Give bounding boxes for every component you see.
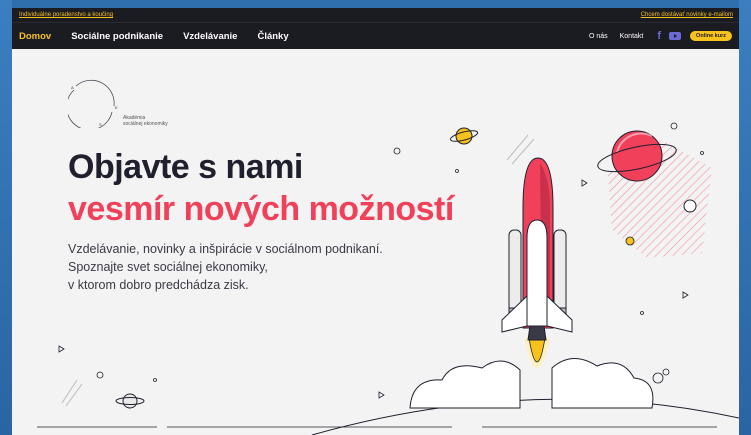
gray-planet-icon xyxy=(115,393,145,409)
star-circle xyxy=(96,371,104,379)
star-circle xyxy=(153,378,157,382)
browser-edge-left xyxy=(0,0,12,435)
page: Individuálne poradenstvo a koučing Chcem… xyxy=(12,8,739,435)
hero-subtitle-line: v ktorom dobro predchádza zisk. xyxy=(68,278,249,292)
browser-edge-right xyxy=(739,0,751,435)
star-circle xyxy=(652,372,664,384)
star-triangle xyxy=(581,179,588,187)
hero-subtitle-line: Vzdelávanie, novinky a inšpirácie v soci… xyxy=(68,242,383,256)
hero-subtitle-line: Spoznajte svet sociálnej ekonomiky, xyxy=(68,260,268,274)
star-triangle xyxy=(682,291,689,299)
star-circle xyxy=(700,151,704,155)
star-circle xyxy=(662,368,670,376)
rocket-icon xyxy=(501,157,573,341)
hero-title-line-1: Objavte s nami xyxy=(68,148,303,186)
star-circle xyxy=(640,311,644,315)
yellow-planet-icon xyxy=(449,127,479,145)
ground-arc xyxy=(311,398,739,435)
star-circle xyxy=(393,147,401,155)
rocket-flame-icon xyxy=(524,337,550,368)
star-circle xyxy=(683,199,697,213)
star-circle xyxy=(670,122,678,130)
hero-title-line-2: vesmír nových možností xyxy=(68,190,454,228)
smoke-clouds xyxy=(409,358,654,409)
hero-subtitle: Vzdelávanie, novinky a inšpirácie v soci… xyxy=(68,240,468,294)
star-triangle xyxy=(58,345,65,353)
star-triangle xyxy=(378,391,385,399)
star-circle xyxy=(625,236,635,246)
star-circle xyxy=(455,169,459,173)
